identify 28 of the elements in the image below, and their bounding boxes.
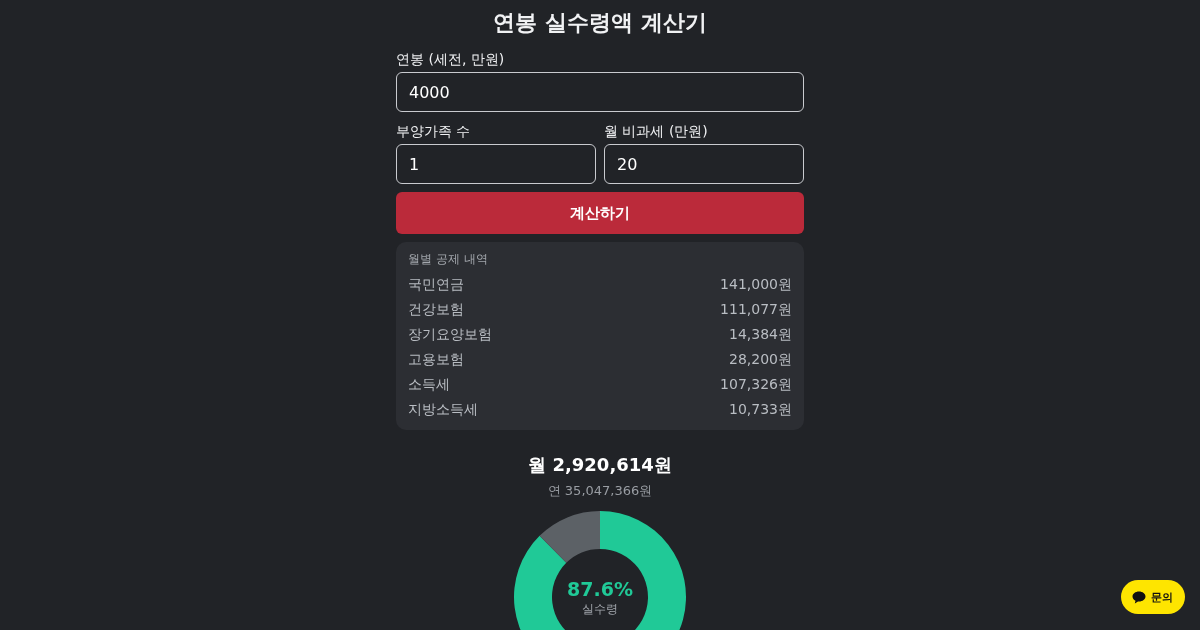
page-title: 연봉 실수령액 계산기 <box>493 9 707 37</box>
deduction-name: 소득세 <box>408 375 450 394</box>
net-ratio-value: 87.6% <box>567 577 633 601</box>
deduction-amount: 111,077원 <box>720 300 792 319</box>
deduction-name: 지방소득세 <box>408 400 478 419</box>
deduction-name: 고용보험 <box>408 350 464 369</box>
deduction-amount: 107,326원 <box>720 375 792 394</box>
monthly-net-pay: 월 2,920,614원 <box>528 453 672 477</box>
card-title: 월별 공제 내역 <box>408 251 488 268</box>
annual-net-pay: 연 35,047,366원 <box>547 482 653 500</box>
input-field[interactable]: 20 <box>604 144 804 184</box>
deduction-name: 국민연금 <box>408 275 464 294</box>
deduction-amount: 10,733원 <box>729 400 792 419</box>
input-field[interactable]: 4000 <box>396 72 804 112</box>
calculate-button[interactable]: 계산하기 <box>396 192 804 234</box>
net-ratio-label: 실수령 <box>582 601 618 617</box>
deduction-amount: 28,200원 <box>729 350 792 369</box>
inquiry-button[interactable]: 문의 <box>1121 580 1185 614</box>
field-label: 월 비과세 (만원) <box>604 122 708 140</box>
deduction-amount: 141,000원 <box>720 275 792 294</box>
field-label: 연봉 (세전, 만원) <box>396 50 505 68</box>
deduction-name: 장기요양보험 <box>408 325 492 344</box>
field-label: 부양가족 수 <box>396 122 471 140</box>
speech-bubble-icon <box>1132 590 1146 604</box>
deduction-name: 건강보험 <box>408 300 464 319</box>
deduction-slice <box>539 511 600 563</box>
input-field[interactable]: 1 <box>396 144 596 184</box>
deduction-amount: 14,384원 <box>729 325 792 344</box>
